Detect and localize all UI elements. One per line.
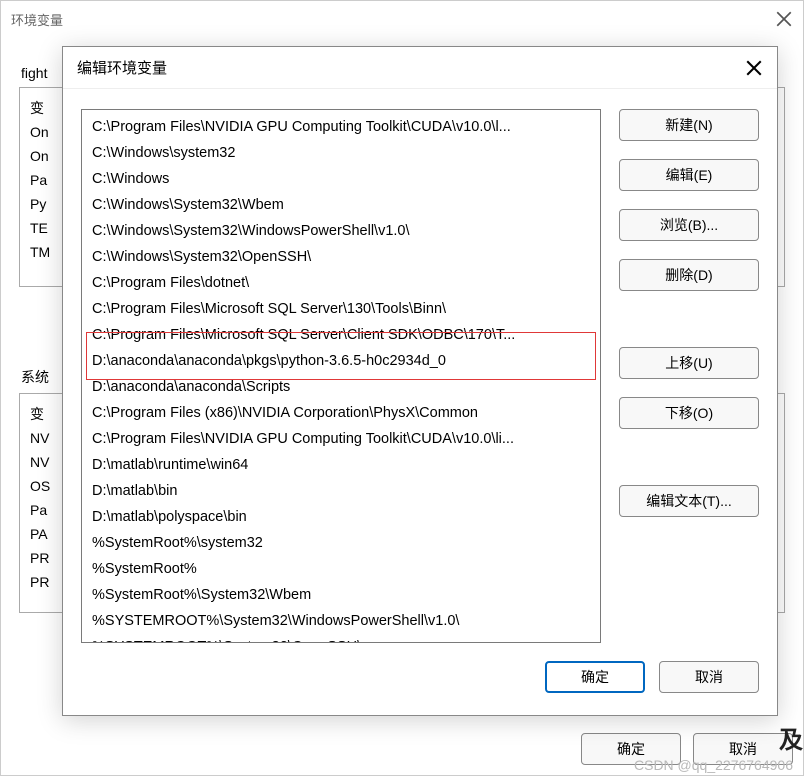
dialog-titlebar: 编辑环境变量: [63, 47, 777, 89]
path-list-item[interactable]: C:\Program Files\Microsoft SQL Server\13…: [82, 296, 600, 322]
path-list-item[interactable]: C:\Program Files\NVIDIA GPU Computing To…: [82, 426, 600, 452]
dialog-title: 编辑环境变量: [77, 57, 745, 78]
outer-title: 环境变量: [11, 10, 775, 29]
path-list-item[interactable]: D:\anaconda\anaconda\pkgs\python-3.6.5-h…: [82, 348, 600, 374]
move-up-button[interactable]: 上移(U): [619, 347, 759, 379]
path-list-item[interactable]: C:\Windows\system32: [82, 140, 600, 166]
path-list-item[interactable]: %SYSTEMROOT%\System32\OpenSSH\: [82, 634, 600, 642]
path-list-item[interactable]: %SystemRoot%\System32\Wbem: [82, 582, 600, 608]
path-list-item[interactable]: C:\Windows\System32\Wbem: [82, 192, 600, 218]
dialog-cancel-button[interactable]: 取消: [659, 661, 759, 693]
edit-text-button[interactable]: 编辑文本(T)...: [619, 485, 759, 517]
dialog-footer: 确定 取消: [63, 649, 777, 705]
path-list-item[interactable]: D:\matlab\runtime\win64: [82, 452, 600, 478]
dialog-ok-button[interactable]: 确定: [545, 661, 645, 693]
button-column: 新建(N) 编辑(E) 浏览(B)... 删除(D) 上移(U) 下移(O) 编…: [619, 109, 759, 643]
new-button[interactable]: 新建(N): [619, 109, 759, 141]
path-list-item[interactable]: C:\Program Files\NVIDIA GPU Computing To…: [82, 114, 600, 140]
move-down-button[interactable]: 下移(O): [619, 397, 759, 429]
edit-button[interactable]: 编辑(E): [619, 159, 759, 191]
outer-titlebar: 环境变量: [1, 1, 803, 37]
path-listbox[interactable]: C:\Program Files\NVIDIA GPU Computing To…: [81, 109, 601, 643]
path-list-item[interactable]: %SystemRoot%\system32: [82, 530, 600, 556]
path-list-item[interactable]: C:\Windows\System32\WindowsPowerShell\v1…: [82, 218, 600, 244]
path-list-item[interactable]: D:\matlab\polyspace\bin: [82, 504, 600, 530]
background-fragment: 及: [779, 720, 803, 755]
path-list-item[interactable]: %SystemRoot%: [82, 556, 600, 582]
path-list-item[interactable]: C:\Windows: [82, 166, 600, 192]
path-list-item[interactable]: D:\matlab\bin: [82, 478, 600, 504]
path-list-item[interactable]: %SYSTEMROOT%\System32\WindowsPowerShell\…: [82, 608, 600, 634]
close-icon[interactable]: [745, 59, 763, 77]
watermark: CSDN @qq_2276764906: [634, 757, 793, 773]
delete-button[interactable]: 删除(D): [619, 259, 759, 291]
path-list-item[interactable]: C:\Program Files\Microsoft SQL Server\Cl…: [82, 322, 600, 348]
path-list-item[interactable]: C:\Program Files\dotnet\: [82, 270, 600, 296]
browse-button[interactable]: 浏览(B)...: [619, 209, 759, 241]
path-list-item[interactable]: D:\anaconda\anaconda\Scripts: [82, 374, 600, 400]
path-list-item[interactable]: C:\Program Files (x86)\NVIDIA Corporatio…: [82, 400, 600, 426]
path-list-item[interactable]: C:\Windows\System32\OpenSSH\: [82, 244, 600, 270]
edit-env-var-dialog: 编辑环境变量 C:\Program Files\NVIDIA GPU Compu…: [62, 46, 778, 716]
dialog-body: C:\Program Files\NVIDIA GPU Computing To…: [63, 89, 777, 649]
close-icon[interactable]: [775, 10, 793, 28]
